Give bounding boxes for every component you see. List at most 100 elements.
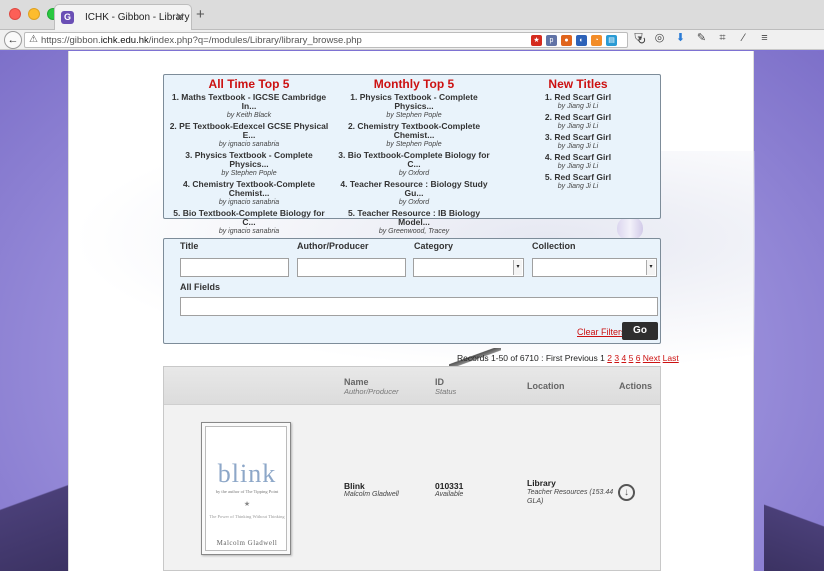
browser-nav-bar: ← ⚠ https://gibbon.ichk.edu.hk/index.php… (0, 30, 824, 50)
close-window-icon[interactable] (9, 8, 21, 20)
book-cover-art: blink by the author of The Tipping Point… (205, 426, 287, 551)
sync-icon[interactable]: ◎ (653, 32, 666, 45)
new-titles: New Titles 1. Red Scarf Girl by Jiang Ji … (498, 77, 658, 193)
chevron-down-icon: ▾ (646, 260, 655, 275)
balloon-decoration (617, 216, 643, 240)
cover-title: blink (217, 459, 277, 488)
page-link[interactable]: 4 (621, 353, 626, 363)
minimize-window-icon[interactable] (28, 8, 40, 20)
php-icon[interactable]: p (546, 35, 557, 46)
list-item[interactable]: 5. Bio Textbook-Complete Biology for C..… (168, 209, 330, 236)
browser-tab-bar: G ICHK - Gibbon - Library ✕ + (0, 0, 824, 31)
tab-title: ICHK - Gibbon - Library (85, 12, 190, 23)
list-item[interactable]: 3. Red Scarf Girl by Jiang Ji Li (498, 133, 658, 151)
cover-subtitle: by the author of The Tipping Point (215, 489, 279, 494)
page-link[interactable]: 6 (636, 353, 641, 363)
book-location: Library (527, 478, 556, 488)
author-input[interactable] (297, 258, 406, 277)
collection-select[interactable]: ▾ (532, 258, 657, 277)
clear-filters-link[interactable]: Clear Filters (577, 327, 626, 337)
back-arrow-icon[interactable]: ← (4, 31, 22, 49)
extension-icons: ★ p ● ◐ ◔ ▤ (531, 35, 617, 47)
page-link[interactable]: 5 (629, 353, 634, 363)
browser-toolbar: ⛉ ◎ ⬇ ✎ ⌗ ⁄ ≡ (632, 32, 771, 45)
list-item[interactable]: 2. Red Scarf Girl by Jiang Ji Li (498, 113, 658, 131)
records-summary: Records 1-50 of 6710 : First Previous 1 (457, 353, 605, 363)
list-item[interactable]: 1. Red Scarf Girl by Jiang Ji Li (498, 93, 658, 111)
ext-orange-icon[interactable]: ● (561, 35, 572, 46)
ext-amber-icon[interactable]: ◔ (591, 35, 602, 46)
list-item[interactable]: 3. Bio Textbook-Complete Biology for C..… (334, 151, 494, 178)
book-author: Malcolm Gladwell (344, 491, 399, 498)
location-header: Location (527, 381, 565, 391)
go-button[interactable]: Go (622, 322, 658, 340)
book-cover-image: blink by the author of The Tipping Point… (201, 422, 291, 555)
cover-tagline: The Power of Thinking Without Thinking (209, 514, 285, 519)
new-tab-icon[interactable]: + (196, 7, 205, 22)
status-subheader: Status (435, 387, 457, 396)
menu-icon[interactable]: ≡ (758, 32, 771, 45)
all-fields-input[interactable] (180, 297, 658, 316)
collection-label: Collection (532, 241, 576, 251)
browser-tab[interactable]: G ICHK - Gibbon - Library ✕ (54, 4, 192, 31)
wrench-icon[interactable]: ✎ (695, 32, 708, 45)
new-titles-heading: New Titles (548, 77, 608, 91)
list-item[interactable]: 5. Red Scarf Girl by Jiang Ji Li (498, 173, 658, 191)
id-header: ID (435, 377, 444, 387)
last-page-link[interactable]: Last (663, 353, 679, 363)
warning-icon: ⚠ (29, 34, 38, 45)
crop-icon[interactable]: ⌗ (716, 32, 729, 45)
author-subheader: Author/Producer (344, 387, 399, 396)
all-fields-label: All Fields (180, 282, 221, 292)
filter-panel: Title Author/Producer Category Collectio… (163, 238, 661, 344)
eyedropper-icon[interactable]: ⁄ (737, 32, 750, 45)
book-status: Available (435, 491, 464, 498)
list-item[interactable]: 5. Teacher Resource : IB Biology Model..… (334, 209, 494, 236)
ext-blue-icon[interactable]: ◐ (576, 35, 587, 46)
author-label: Author/Producer (297, 241, 369, 251)
url-text: https://gibbon.ichk.edu.hk/index.php?q=/… (41, 35, 362, 46)
list-item[interactable]: 2. Chemistry Textbook-Complete Chemist..… (334, 122, 494, 149)
all-time-heading: All Time Top 5 (208, 77, 290, 91)
list-item[interactable]: 3. Physics Textbook - Complete Physics..… (168, 151, 330, 178)
top-titles-panel: All Time Top 5 1. Maths Textbook - IGCSE… (163, 74, 661, 235)
table-header: Name Author/Producer ID Status Location … (164, 367, 660, 405)
page-link[interactable]: 3 (614, 353, 619, 363)
cover-author: Malcolm Gladwell (216, 539, 278, 547)
name-header: Name (344, 377, 369, 387)
ext-cyan-icon[interactable]: ▤ (606, 35, 617, 46)
mountain-decoration (764, 471, 824, 571)
url-bar[interactable]: ⚠ https://gibbon.ichk.edu.hk/index.php?q… (24, 32, 646, 48)
hk-flag-icon[interactable]: ★ (531, 35, 542, 46)
gibbon-favicon-icon: G (61, 11, 74, 24)
actions-header: Actions (619, 381, 653, 391)
category-select[interactable]: ▾ (413, 258, 524, 277)
all-time-top-5: All Time Top 5 1. Maths Textbook - IGCSE… (168, 77, 330, 238)
list-item[interactable]: 4. Teacher Resource : Biology Study Gu..… (334, 180, 494, 207)
tab-close-icon[interactable]: ✕ (175, 10, 185, 24)
page-link[interactable]: 2 (607, 353, 612, 363)
mountain-decoration (0, 451, 70, 571)
list-item[interactable]: 4. Red Scarf Girl by Jiang Ji Li (498, 153, 658, 171)
book-name: Blink (344, 481, 365, 491)
monthly-top-5: Monthly Top 5 1. Physics Textbook - Comp… (334, 77, 494, 238)
category-label: Category (414, 241, 454, 251)
list-item[interactable]: 1. Maths Textbook - IGCSE Cambridge In..… (168, 93, 330, 120)
list-item[interactable]: 2. PE Textbook-Edexcel GCSE Physical E..… (168, 122, 330, 149)
book-location-detail: Teacher Resources (153.44 GLA) (527, 489, 614, 505)
pocket-icon[interactable]: ⛉ (632, 32, 645, 45)
title-label: Title (180, 241, 199, 251)
star-icon: ★ (243, 501, 251, 508)
records-pager: Records 1-50 of 6710 : First Previous 1 … (457, 353, 679, 363)
download-circle-icon[interactable]: ↓ (618, 484, 635, 501)
book-id: 010331 (435, 481, 464, 491)
results-table: Name Author/Producer ID Status Location … (163, 366, 661, 571)
main-content: All Time Top 5 1. Maths Textbook - IGCSE… (68, 51, 755, 571)
list-item[interactable]: 1. Physics Textbook - Complete Physics..… (334, 93, 494, 120)
next-page-link[interactable]: Next (643, 353, 660, 363)
title-input[interactable] (180, 258, 289, 277)
list-item[interactable]: 4. Chemistry Textbook-Complete Chemist..… (168, 180, 330, 207)
download-icon[interactable]: ⬇ (674, 32, 687, 45)
monthly-heading: Monthly Top 5 (373, 77, 455, 91)
chevron-down-icon: ▾ (513, 260, 522, 275)
